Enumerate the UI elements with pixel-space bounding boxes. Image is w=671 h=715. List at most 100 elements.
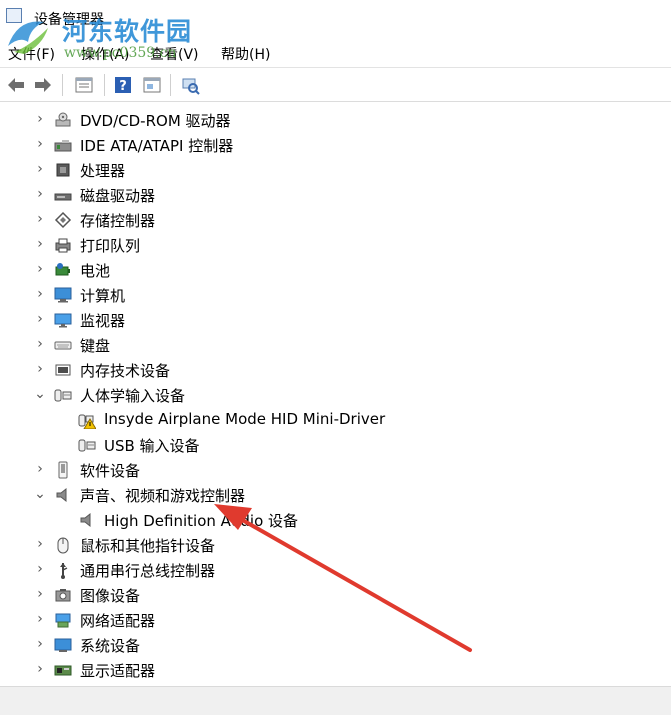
device-category[interactable]: ⌄ 人体学输入设备 [0, 382, 671, 407]
chevron-right-icon[interactable]: › [34, 587, 46, 601]
help-icon[interactable]: ? [113, 75, 133, 95]
device-category[interactable]: › 鼠标和其他指针设备 [0, 532, 671, 557]
device-label: 内存技术设备 [80, 362, 171, 380]
disk-drive-icon [54, 193, 72, 201]
device-category[interactable]: › 内存技术设备 [0, 357, 671, 382]
device-label: 磁盘驱动器 [80, 187, 156, 205]
printer-icon [55, 238, 71, 253]
hid-icon [54, 389, 72, 402]
chevron-right-icon[interactable]: › [34, 212, 46, 226]
computer-icon [54, 287, 72, 303]
device-label: 人体学输入设备 [80, 387, 186, 405]
device-category[interactable]: › IDE ATA/ATAPI 控制器 [0, 132, 671, 157]
device-label: 处理器 [80, 162, 126, 180]
chevron-right-icon[interactable]: › [34, 312, 46, 326]
update-driver-icon[interactable] [142, 75, 162, 95]
chevron-right-icon[interactable]: › [34, 262, 46, 276]
device-item[interactable]: Insyde Airplane Mode HID Mini-Driver [0, 407, 671, 432]
device-label: 图像设备 [80, 587, 141, 605]
device-category[interactable]: › 键盘 [0, 332, 671, 357]
device-item[interactable]: High Definition Audio 设备 [0, 507, 671, 532]
device-category[interactable]: › 系统设备 [0, 632, 671, 657]
processor-icon [56, 163, 70, 177]
chevron-right-icon[interactable]: › [34, 662, 46, 676]
device-label: 电池 [80, 262, 111, 280]
device-manager-app-icon [6, 8, 22, 23]
toolbar-separator [170, 74, 171, 96]
menu-bar: 文件(F) 操作(A) 查看(V) 帮助(H) [0, 40, 671, 66]
device-category[interactable]: › 处理器 [0, 157, 671, 182]
device-label: 软件设备 [80, 462, 141, 480]
device-category[interactable]: › 打印队列 [0, 232, 671, 257]
chevron-right-icon[interactable]: › [34, 612, 46, 626]
display-adapter-icon [54, 665, 72, 676]
device-label: 监视器 [80, 312, 126, 330]
device-label: 系统设备 [80, 637, 141, 655]
system-device-icon [54, 638, 72, 652]
chevron-right-icon[interactable]: › [34, 362, 46, 376]
device-category[interactable]: › 计算机 [0, 282, 671, 307]
hid-warning-icon [78, 414, 96, 429]
device-category[interactable]: › 图像设备 [0, 582, 671, 607]
chevron-right-icon[interactable]: › [34, 162, 46, 176]
menu-file[interactable]: 文件(F) [8, 44, 55, 64]
device-category[interactable]: › 电池 [0, 257, 671, 282]
device-category[interactable]: › 网络适配器 [0, 607, 671, 632]
chevron-right-icon[interactable]: › [34, 537, 46, 551]
device-label: 显示适配器 [80, 662, 156, 680]
chevron-right-icon[interactable]: › [34, 187, 46, 201]
chevron-right-icon[interactable]: › [34, 137, 46, 151]
chevron-right-icon[interactable]: › [34, 637, 46, 651]
back-arrow-icon[interactable] [6, 75, 26, 95]
scan-hardware-icon[interactable] [180, 75, 200, 95]
device-label: High Definition Audio 设备 [104, 512, 299, 530]
properties-icon[interactable] [74, 75, 94, 95]
device-tree: › DVD/CD-ROM 驱动器 › IDE ATA/ATAPI 控制器 › 处理器 › 磁盘… [0, 101, 671, 685]
toolbar-separator [62, 74, 63, 96]
menu-view[interactable]: 查看(V) [150, 44, 199, 64]
device-label: IDE ATA/ATAPI 控制器 [80, 137, 234, 155]
chevron-right-icon[interactable]: › [34, 237, 46, 251]
device-category[interactable]: › 存储控制器 [0, 207, 671, 232]
software-device-icon [58, 461, 68, 479]
monitor-icon [54, 313, 72, 328]
menu-action[interactable]: 操作(A) [81, 44, 130, 64]
chevron-down-icon[interactable]: ⌄ [34, 387, 46, 401]
speaker-icon [56, 487, 67, 503]
device-label: 通用串行总线控制器 [80, 562, 216, 580]
device-category[interactable]: › 磁盘驱动器 [0, 182, 671, 207]
device-label: 网络适配器 [80, 612, 156, 630]
chevron-down-icon[interactable]: ⌄ [34, 487, 46, 501]
device-label: 存储控制器 [80, 212, 156, 230]
device-category[interactable]: › DVD/CD-ROM 驱动器 [0, 107, 671, 132]
device-label: DVD/CD-ROM 驱动器 [80, 112, 231, 130]
speaker-icon [80, 512, 91, 528]
device-label: 键盘 [80, 337, 111, 355]
status-bar [0, 686, 671, 715]
chevron-right-icon[interactable]: › [34, 287, 46, 301]
device-category[interactable]: › 监视器 [0, 307, 671, 332]
device-label: 打印队列 [80, 237, 141, 255]
chevron-right-icon[interactable]: › [34, 462, 46, 476]
device-item[interactable]: USB 输入设备 [0, 432, 671, 457]
device-label: 声音、视频和游戏控制器 [80, 487, 246, 505]
menu-help[interactable]: 帮助(H) [221, 44, 270, 64]
window-title: 设备管理器 [34, 12, 104, 28]
device-label: 鼠标和其他指针设备 [80, 537, 216, 555]
device-category[interactable]: ⌄ 声音、视频和游戏控制器 [0, 482, 671, 507]
hid-icon [78, 439, 96, 452]
device-category[interactable]: › 通用串行总线控制器 [0, 557, 671, 582]
memory-device-icon [55, 364, 71, 376]
chevron-right-icon[interactable]: › [34, 112, 46, 126]
keyboard-icon [54, 341, 72, 350]
storage-controller-icon [54, 211, 72, 229]
svg-text:?: ? [119, 79, 127, 94]
chevron-right-icon[interactable]: › [34, 337, 46, 351]
device-category[interactable]: › 显示适配器 [0, 657, 671, 682]
device-category[interactable]: › 软件设备 [0, 457, 671, 482]
forward-arrow-icon[interactable] [33, 75, 53, 95]
chevron-right-icon[interactable]: › [34, 562, 46, 576]
network-adapter-icon [55, 613, 71, 628]
device-label: USB 输入设备 [104, 437, 200, 455]
device-label: Insyde Airplane Mode HID Mini-Driver [104, 410, 386, 428]
